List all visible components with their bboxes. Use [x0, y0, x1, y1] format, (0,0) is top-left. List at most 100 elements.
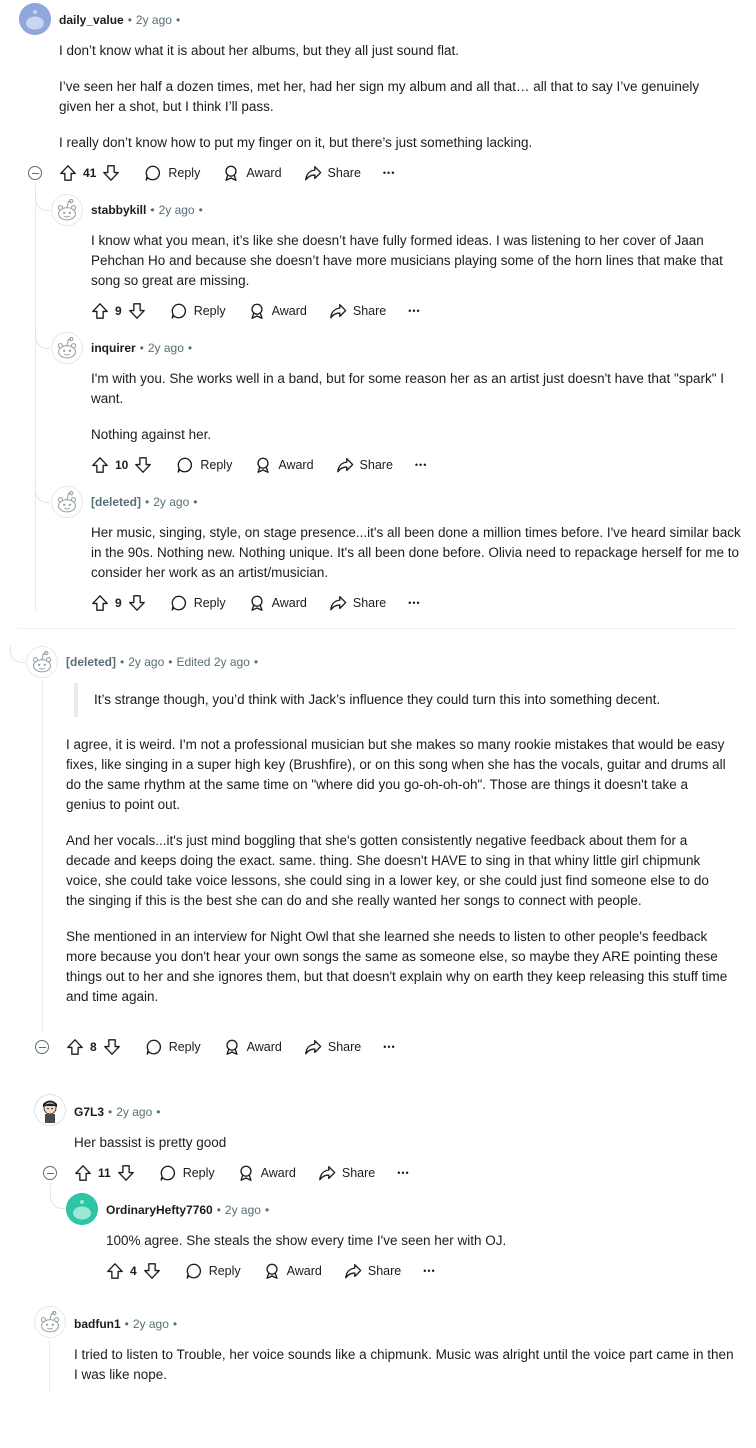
- comment-paragraph: I’ve seen her half a dozen times, met he…: [59, 79, 700, 114]
- timestamp[interactable]: 2y ago: [128, 655, 164, 669]
- timestamp[interactable]: 2y ago: [225, 1203, 261, 1217]
- downvote-icon[interactable]: [117, 1164, 135, 1182]
- more-options-button[interactable]: •••: [415, 460, 427, 470]
- vote-count: 11: [98, 1166, 111, 1180]
- share-button[interactable]: Share: [304, 164, 361, 182]
- reply-button[interactable]: Reply: [170, 594, 226, 612]
- reply-button[interactable]: Reply: [170, 302, 226, 320]
- avatar[interactable]: [34, 1094, 66, 1126]
- reply-button[interactable]: Reply: [145, 1038, 201, 1056]
- vote-count: 9: [115, 304, 122, 318]
- share-button[interactable]: Share: [329, 302, 386, 320]
- username[interactable]: OrdinaryHefty7760: [106, 1203, 213, 1217]
- username: [deleted]: [66, 655, 117, 669]
- avatar[interactable]: [66, 1193, 98, 1225]
- upvote-icon[interactable]: [74, 1164, 92, 1182]
- comment-meta: badfun1 • 2y ago •: [74, 1317, 178, 1331]
- timestamp[interactable]: 2y ago: [148, 341, 184, 355]
- more-options-button[interactable]: •••: [397, 1168, 409, 1178]
- thread-line[interactable]: [35, 182, 36, 612]
- reply-button[interactable]: Reply: [144, 164, 200, 182]
- reply-bubble-icon: [176, 456, 194, 474]
- more-options-button[interactable]: •••: [383, 1042, 395, 1052]
- timestamp[interactable]: 2y ago: [133, 1317, 169, 1331]
- award-button[interactable]: Award: [248, 594, 307, 612]
- reply-bubble-icon: [144, 164, 162, 182]
- more-options-button[interactable]: •••: [408, 598, 420, 608]
- downvote-icon[interactable]: [128, 594, 146, 612]
- comment-body: I know what you mean, it’s like she does…: [91, 231, 743, 307]
- quote-text: It’s strange though, you’d think with Ja…: [94, 692, 661, 707]
- share-button[interactable]: Share: [344, 1262, 401, 1280]
- username: [deleted]: [91, 495, 142, 509]
- vote-control: 10: [91, 456, 152, 474]
- share-button[interactable]: Share: [336, 456, 393, 474]
- avatar[interactable]: [26, 646, 58, 678]
- timestamp[interactable]: 2y ago: [116, 1105, 152, 1119]
- comment-body: I don’t know what it is about her albums…: [59, 41, 729, 169]
- collapse-icon[interactable]: [28, 166, 42, 180]
- blockquote: It’s strange though, you’d think with Ja…: [74, 683, 734, 717]
- timestamp[interactable]: 2y ago: [136, 13, 172, 27]
- share-icon: [336, 456, 354, 474]
- collapse-icon[interactable]: [35, 1040, 49, 1054]
- timestamp[interactable]: 2y ago: [153, 495, 189, 509]
- downvote-icon[interactable]: [103, 1038, 121, 1056]
- reply-bubble-icon: [185, 1262, 203, 1280]
- avatar[interactable]: [34, 1306, 66, 1338]
- vote-count: 8: [90, 1040, 97, 1054]
- award-button[interactable]: Award: [248, 302, 307, 320]
- award-button[interactable]: Award: [237, 1164, 296, 1182]
- comment-meta: daily_value • 2y ago •: [59, 13, 181, 27]
- username[interactable]: badfun1: [74, 1317, 121, 1331]
- reply-button[interactable]: Reply: [159, 1164, 215, 1182]
- thread-connector: [35, 194, 50, 211]
- upvote-icon[interactable]: [91, 302, 109, 320]
- comment-meta: inquirer • 2y ago •: [91, 341, 193, 355]
- vote-count: 10: [115, 458, 129, 472]
- more-options-button[interactable]: •••: [423, 1266, 435, 1276]
- award-button[interactable]: Award: [222, 164, 282, 182]
- downvote-icon[interactable]: [128, 302, 146, 320]
- more-options-button[interactable]: •••: [408, 306, 420, 316]
- avatar[interactable]: [51, 486, 83, 518]
- share-button[interactable]: Share: [304, 1038, 361, 1056]
- upvote-icon[interactable]: [66, 1038, 84, 1056]
- upvote-icon[interactable]: [59, 164, 77, 182]
- more-options-button[interactable]: •••: [383, 168, 395, 178]
- action-bar: 9 Reply Award Share •••: [91, 592, 443, 614]
- downvote-icon[interactable]: [102, 164, 120, 182]
- upvote-icon[interactable]: [91, 456, 109, 474]
- avatar[interactable]: [51, 332, 83, 364]
- avatar[interactable]: [19, 3, 51, 35]
- action-bar: 11 Reply Award Share •••: [74, 1162, 432, 1184]
- upvote-icon[interactable]: [91, 594, 109, 612]
- comment-paragraph: I don’t know what it is about her albums…: [59, 43, 459, 58]
- username[interactable]: inquirer: [91, 341, 136, 355]
- thread-line[interactable]: [42, 680, 43, 1032]
- downvote-icon[interactable]: [143, 1262, 161, 1280]
- vote-count: 41: [83, 166, 97, 180]
- share-button[interactable]: Share: [329, 594, 386, 612]
- downvote-icon[interactable]: [134, 456, 152, 474]
- more-icon: •••: [397, 1168, 410, 1178]
- thread-line[interactable]: [49, 1340, 50, 1392]
- reply-button[interactable]: Reply: [176, 456, 232, 474]
- award-button[interactable]: Award: [223, 1038, 282, 1056]
- award-button[interactable]: Award: [254, 456, 314, 474]
- upvote-icon[interactable]: [106, 1262, 124, 1280]
- thread-line[interactable]: [50, 1182, 51, 1192]
- more-icon: •••: [383, 1042, 396, 1052]
- vote-count: 4: [130, 1264, 137, 1278]
- award-button[interactable]: Award: [263, 1262, 322, 1280]
- reply-button[interactable]: Reply: [185, 1262, 241, 1280]
- timestamp[interactable]: 2y ago: [159, 203, 195, 217]
- award-icon: [248, 594, 266, 612]
- share-button[interactable]: Share: [318, 1164, 375, 1182]
- collapse-icon[interactable]: [43, 1166, 57, 1180]
- username[interactable]: daily_value: [59, 13, 124, 27]
- comment-paragraph: I really don’t know how to put my finger…: [59, 135, 533, 150]
- username[interactable]: G7L3: [74, 1105, 104, 1119]
- username[interactable]: stabbykill: [91, 203, 146, 217]
- avatar[interactable]: [51, 194, 83, 226]
